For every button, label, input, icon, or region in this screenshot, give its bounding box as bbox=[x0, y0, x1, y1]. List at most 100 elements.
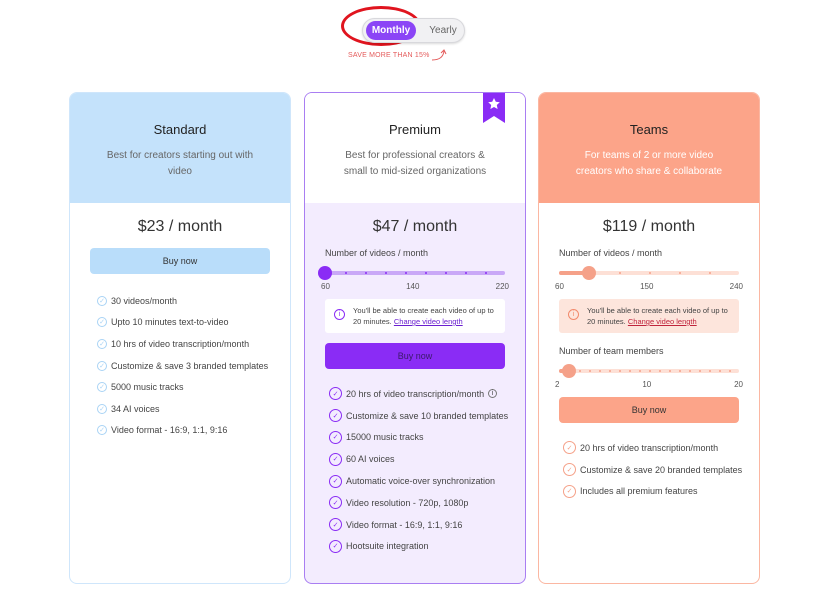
feature-item: ✓ Customize & save 20 branded templates bbox=[563, 459, 759, 481]
slider-label: Number of videos / month bbox=[325, 248, 429, 258]
slider-step bbox=[629, 370, 631, 372]
slider-thumb[interactable] bbox=[582, 266, 596, 280]
plan-price: $119 / month bbox=[602, 218, 696, 235]
slider-step bbox=[578, 370, 581, 372]
slider-min: 60 bbox=[555, 282, 564, 291]
check-circle-icon: ✓ bbox=[329, 496, 342, 510]
save-note: SAVE MORE THAN 15% bbox=[348, 52, 430, 59]
check-circle-icon: ✓ bbox=[329, 430, 342, 444]
check-circle-icon: ✓ bbox=[563, 463, 576, 477]
slider-step bbox=[598, 370, 601, 372]
feature-item: ✓ 5000 music tracks bbox=[97, 376, 290, 398]
feature-item: ✓ 10 hrs of video transcription/month bbox=[97, 333, 290, 355]
videos-slider[interactable] bbox=[318, 266, 505, 280]
slider-step bbox=[669, 370, 671, 372]
feature-text: 10 hrs of video transcription/month bbox=[111, 338, 250, 349]
plan-description: Best for professional creators & small t… bbox=[343, 150, 487, 177]
slider-step bbox=[709, 370, 711, 372]
plan-price: $47 / month bbox=[372, 218, 458, 235]
check-circle-icon: ✓ bbox=[97, 425, 107, 436]
feature-text: 60 AI voices bbox=[346, 454, 395, 465]
slider-max: 240 bbox=[729, 282, 743, 291]
feature-text: 5000 music tracks bbox=[111, 382, 184, 393]
slider-thumb[interactable] bbox=[318, 266, 332, 280]
plan-description: Best for creators starting out with vide… bbox=[106, 150, 254, 177]
team-members-slider[interactable] bbox=[559, 364, 739, 378]
check-circle-icon: ✓ bbox=[97, 338, 107, 349]
check-circle-icon: ✓ bbox=[97, 382, 107, 393]
slider-step bbox=[718, 370, 721, 372]
plan-name: Teams bbox=[629, 122, 669, 137]
check-circle-icon: ✓ bbox=[329, 409, 342, 423]
buy-now-button[interactable]: Buy now bbox=[90, 248, 270, 274]
feature-item: ✓ 20 hrs of video transcription/month bbox=[563, 437, 759, 459]
video-length-note: i You'll be able to create each video of… bbox=[559, 299, 739, 333]
videos-slider[interactable] bbox=[559, 266, 739, 280]
info-icon: i bbox=[334, 309, 345, 320]
slider-track[interactable] bbox=[325, 271, 505, 275]
change-video-length-link[interactable]: Change video length bbox=[628, 317, 697, 326]
feature-text: Includes all premium features bbox=[580, 486, 698, 497]
monthly-option[interactable]: Monthly bbox=[366, 21, 416, 40]
feature-text: Hootsuite integration bbox=[346, 541, 429, 552]
plan-card-standard: Standard Best for creators starting out … bbox=[69, 92, 291, 584]
slider-mid: 140 bbox=[406, 282, 420, 291]
slider-step bbox=[638, 370, 641, 372]
feature-item: ✓ Upto 10 minutes text-to-video bbox=[97, 312, 290, 334]
plan-name: Premium bbox=[388, 122, 441, 137]
check-circle-icon: ✓ bbox=[97, 360, 107, 371]
feature-text: Video resolution - 720p, 1080p bbox=[346, 497, 469, 508]
slider-step bbox=[589, 370, 591, 372]
slider-step bbox=[445, 272, 447, 274]
plan-card-premium: Premium Best for professional creators &… bbox=[304, 92, 526, 584]
slider-mid: 150 bbox=[640, 282, 654, 291]
check-circle-icon: ✓ bbox=[97, 295, 107, 306]
star-icon bbox=[483, 93, 505, 123]
feature-item: ✓ Includes all premium features bbox=[563, 481, 759, 503]
slider-step bbox=[709, 272, 711, 274]
plan-description: For teams of 2 or more video creators wh… bbox=[575, 150, 723, 177]
feature-text: Video format - 16:9, 1:1, 9:16 bbox=[111, 425, 228, 436]
slider-step bbox=[609, 370, 611, 372]
check-circle-icon: ✓ bbox=[97, 403, 107, 414]
plan-card-teams: Teams For teams of 2 or more video creat… bbox=[538, 92, 760, 584]
feature-item: ✓ Video format - 16:9, 1:1, 9:16 bbox=[329, 514, 525, 536]
buy-now-button[interactable]: Buy now bbox=[559, 397, 739, 423]
feature-text: Customize & save 3 branded templates bbox=[111, 360, 269, 371]
feature-text: Upto 10 minutes text-to-video bbox=[111, 317, 229, 328]
video-length-note: i You'll be able to create each video of… bbox=[325, 299, 505, 333]
slider-step bbox=[679, 272, 681, 274]
feature-item: ✓ Hootsuite integration bbox=[329, 536, 525, 558]
feature-text: Customize & save 10 branded templates bbox=[346, 410, 509, 421]
slider-thumb[interactable] bbox=[561, 364, 576, 378]
buy-now-button[interactable]: Buy now bbox=[325, 343, 505, 369]
slider-max: 220 bbox=[495, 282, 509, 291]
slider-step bbox=[729, 370, 731, 372]
check-circle-icon: ✓ bbox=[97, 317, 107, 328]
check-circle-icon: ✓ bbox=[329, 539, 342, 553]
slider-step bbox=[425, 272, 427, 274]
change-video-length-link[interactable]: Change video length bbox=[394, 317, 463, 326]
billing-toggle[interactable]: Monthly Yearly bbox=[362, 18, 465, 43]
feature-item: ✓ 15000 music tracks bbox=[329, 427, 525, 449]
feature-item: ✓ 30 videos/month bbox=[97, 290, 290, 312]
curved-arrow-icon bbox=[431, 49, 447, 61]
feature-text: 15000 music tracks bbox=[346, 432, 424, 443]
slider-label: Number of team members bbox=[559, 346, 664, 356]
feature-text: Automatic voice-over synchronization bbox=[346, 476, 496, 487]
feature-item: ✓ Video format - 16:9, 1:1, 9:16 bbox=[97, 420, 290, 442]
feature-text: 30 videos/month bbox=[111, 295, 178, 306]
check-circle-icon: ✓ bbox=[329, 387, 342, 401]
feature-item: ✓ Automatic voice-over synchronization bbox=[329, 470, 525, 492]
yearly-option[interactable]: Yearly bbox=[423, 21, 463, 40]
slider-step bbox=[659, 370, 661, 372]
info-icon: i bbox=[488, 389, 498, 399]
check-circle-icon: ✓ bbox=[329, 452, 342, 466]
slider-min: 60 bbox=[321, 282, 330, 291]
feature-text: 34 AI voices bbox=[111, 403, 160, 414]
slider-label: Number of videos / month bbox=[559, 248, 663, 258]
feature-item: ✓ 60 AI voices bbox=[329, 448, 525, 470]
feature-item: ✓ 34 AI voices bbox=[97, 398, 290, 420]
slider-step bbox=[484, 272, 487, 274]
slider-min: 2 bbox=[555, 380, 560, 389]
